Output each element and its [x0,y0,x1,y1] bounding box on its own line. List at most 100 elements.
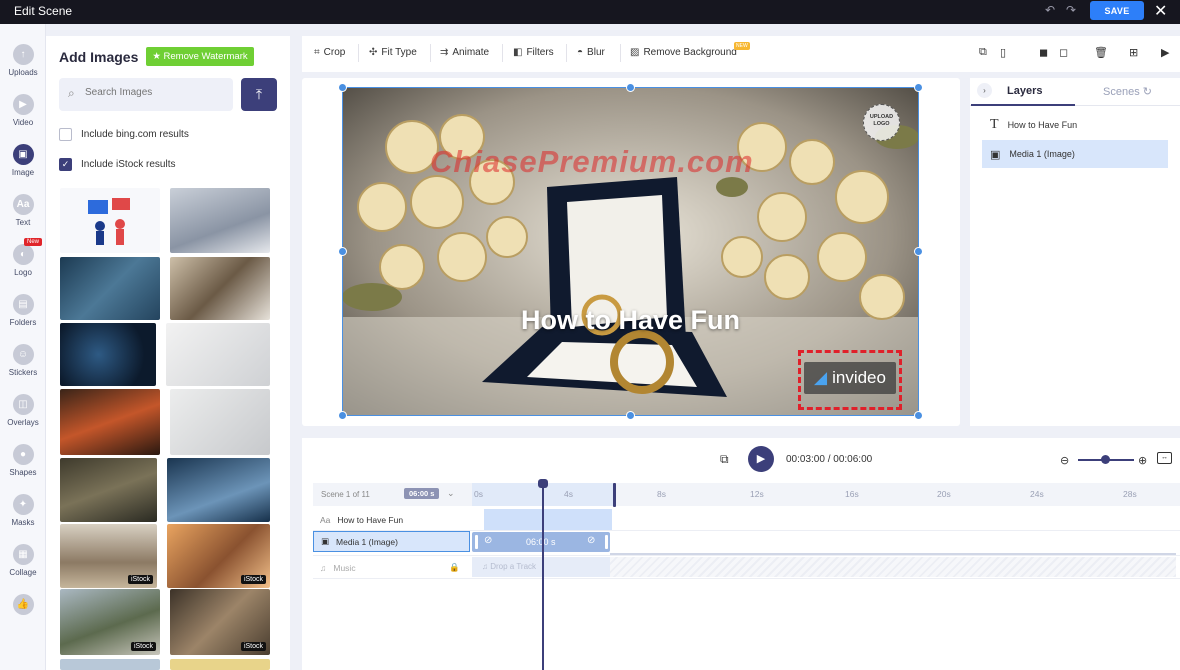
rail-item-folders[interactable]: ▤ Folders [0,294,46,327]
rail-item-shapes[interactable]: ● Shapes [0,444,46,477]
resize-handle[interactable] [914,247,923,256]
blur-button[interactable]: ◓ Blur [577,47,605,58]
row-divider [313,555,1180,556]
resize-handle[interactable] [626,83,635,92]
playhead-knob[interactable] [538,479,548,488]
send-backward-icon[interactable]: ▯ [1000,46,1006,59]
rail-item-image[interactable]: ▣ Image [0,144,46,177]
image-thumbnail[interactable] [170,257,270,320]
music-clip[interactable]: ♫ Drop a Track [472,557,610,577]
rail-item-text[interactable]: Aa Text [0,194,46,227]
crop-button[interactable]: ⌗ Crop [314,47,345,58]
images-panel: Add Images ★ Remove Watermark ⌕ ⤒ Includ… [46,36,290,670]
upload-logo-placeholder[interactable]: UPLOAD LOGO [863,104,900,141]
save-button[interactable]: SAVE [1090,1,1144,20]
rail-item-video[interactable]: ▶ Video [0,94,46,127]
image-thumbnail[interactable] [170,389,270,455]
clip-trim-handle[interactable] [475,535,478,549]
playhead[interactable] [542,482,544,670]
istock-checkbox[interactable]: ✓ [59,158,72,171]
image-thumbnail[interactable]: iStock [60,524,157,588]
clip-trim-handle[interactable] [605,535,608,549]
remove-background-button[interactable]: ▨ Remove Background [630,47,737,58]
track-row-text[interactable]: Aa How to Have Fun [313,509,470,530]
mask-icon: ✦ [12,494,34,515]
remove-watermark-button[interactable]: ★ Remove Watermark [146,47,254,66]
blur-icon: ◓ [577,47,584,58]
scene-headline[interactable]: How to Have Fun [342,305,919,336]
image-thumbnail[interactable] [170,659,270,670]
upload-image-button[interactable]: ⤒ [241,78,277,111]
image-thumbnail[interactable]: iStock [60,589,160,655]
illustration-thumb [88,198,130,245]
scene-end-marker[interactable] [613,483,616,507]
fit-type-button[interactable]: ✣ Fit Type [369,47,417,58]
bing-checkbox[interactable] [59,128,72,141]
resize-handle[interactable] [338,83,347,92]
layer-back-icon[interactable]: ◻ [1059,46,1068,59]
shape-icon: ● [12,444,34,465]
image-thumbnail[interactable] [60,458,157,522]
image-thumbnail[interactable] [166,323,270,386]
tab-scenes[interactable]: Scenes ↻ [1103,85,1152,98]
track-row-media[interactable]: ▣ Media 1 (Image) [313,531,470,552]
text-clip[interactable] [484,509,612,530]
collapse-icon[interactable]: › [977,83,992,98]
rail-item-uploads[interactable]: ↑ Uploads [0,44,46,77]
zoom-out-icon[interactable]: ⊖ [1060,454,1069,467]
image-thumbnail[interactable] [170,188,270,253]
refresh-icon: ↻ [1142,86,1152,98]
track-row-music[interactable]: ♫ Music 🔒 [313,557,470,578]
image-thumbnail[interactable] [60,389,160,455]
zoom-in-icon[interactable]: ⊕ [1138,454,1147,467]
image-thumbnail[interactable] [167,458,270,522]
new-badge: New [24,238,43,246]
layer-item-media[interactable]: ▣ Media 1 (Image) [982,140,1168,168]
resize-handle[interactable] [626,411,635,420]
overlay-icon: ◫ [12,394,34,415]
image-thumbnail[interactable] [60,188,160,253]
layer-front-icon[interactable]: ◼ [1039,46,1048,59]
rail-item-stickers[interactable]: ☺ Stickers [0,344,46,377]
chevron-down-icon[interactable]: ⌄ [447,488,455,499]
tab-layers[interactable]: Layers [1007,85,1042,97]
image-thumbnail[interactable] [60,257,160,320]
istock-badge: iStock [240,575,266,584]
sticker-icon: ☺ [12,344,34,365]
undo-icon[interactable]: ↶ [1045,3,1055,17]
media-clip[interactable]: ⊘ 06:00 s ⊘ [472,532,610,552]
image-thumbnail[interactable] [60,659,160,670]
image-thumbnail[interactable] [60,323,156,386]
grid-icon[interactable]: ⊞ [1129,46,1138,59]
rail-item-masks[interactable]: ✦ Masks [0,494,46,527]
resize-handle[interactable] [914,411,923,420]
layer-item-text[interactable]: T How to Have Fun [982,111,1168,139]
animate-button[interactable]: ⇉ Animate [440,47,489,58]
loop-icon[interactable]: ⧉ [720,452,729,467]
clip-speed-icon[interactable]: ⊘ [484,535,492,546]
filters-button[interactable]: ◧ Filters [513,47,554,58]
rail-item-collage[interactable]: ▦ Collage [0,544,46,577]
image-thumbnail[interactable]: iStock [167,524,270,588]
rail-item-logo[interactable]: ◐ New Logo [0,238,46,277]
scene-duration[interactable]: 06:00 s [404,488,440,499]
preview-play-icon[interactable]: ▶ [1161,46,1169,59]
divider [430,44,431,62]
resize-handle[interactable] [914,83,923,92]
rail-item-overlays[interactable]: ◫ Overlays [0,394,46,427]
fit-timeline-icon[interactable]: ↔ [1157,452,1172,464]
rail-item-like[interactable]: 👍 [0,594,46,615]
redo-icon[interactable]: ↷ [1066,3,1076,17]
delete-icon[interactable]: 🗑 [1094,46,1108,59]
resize-handle[interactable] [338,411,347,420]
search-input[interactable] [85,87,225,98]
clip-speed-icon[interactable]: ⊘ [587,535,595,546]
zoom-slider-knob[interactable] [1101,455,1110,464]
play-button[interactable]: ▶ [748,446,774,472]
bring-forward-icon[interactable]: ⧉ [979,46,987,59]
image-thumbnail[interactable]: iStock [170,589,270,655]
close-icon[interactable]: ✕ [1154,1,1167,21]
brand-watermark: ◢ invideo [804,362,896,394]
resize-handle[interactable] [338,247,347,256]
lock-icon[interactable]: 🔒 [449,562,460,573]
